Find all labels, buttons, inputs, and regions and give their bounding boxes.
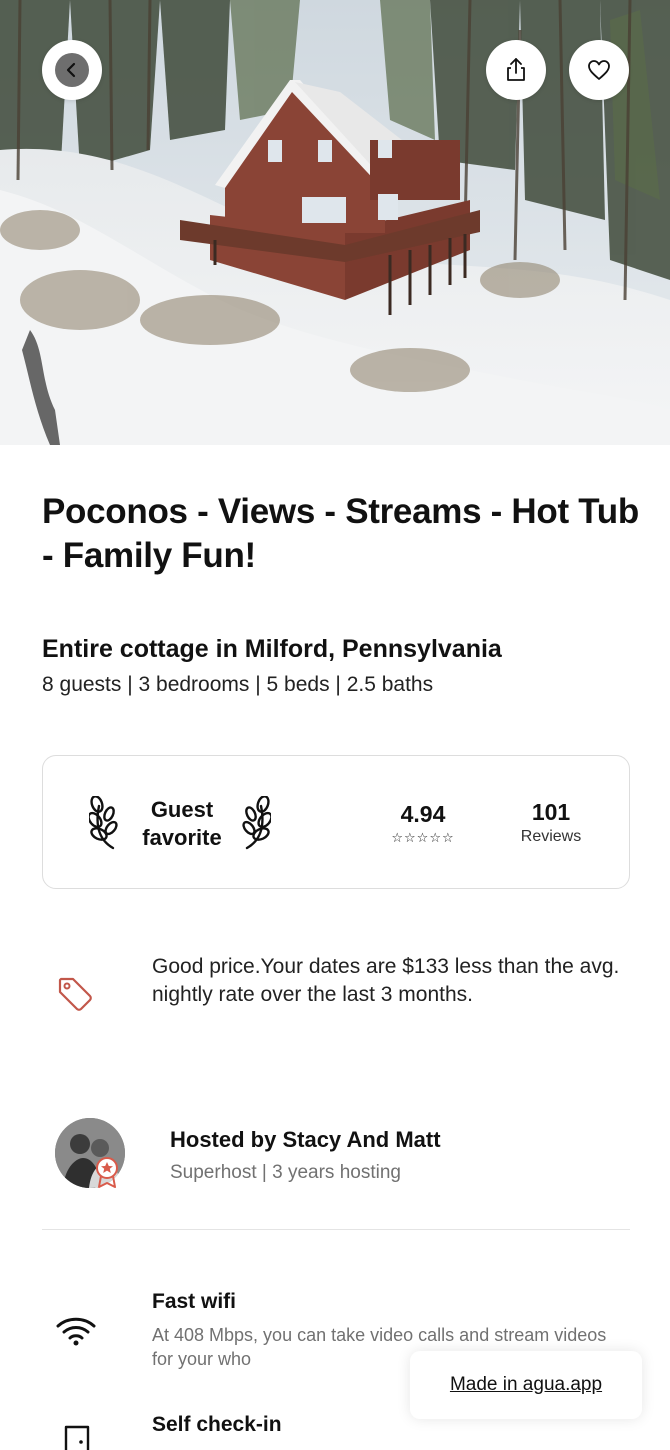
reviews-label: Reviews bbox=[520, 828, 582, 845]
wifi-icon bbox=[56, 1316, 96, 1351]
listing-capacity: 8 guests | 3 bedrooms | 5 beds | 2.5 bat… bbox=[42, 673, 434, 696]
rating-card[interactable]: Guest favorite 4.94 ☆☆☆☆☆ 101 Reviews bbox=[42, 755, 630, 889]
share-icon bbox=[505, 58, 527, 82]
price-tag-icon bbox=[56, 975, 94, 1018]
section-divider bbox=[42, 1229, 630, 1230]
host-meta: Superhost | 3 years hosting bbox=[170, 1162, 401, 1183]
rating-stars: ☆☆☆☆☆ bbox=[391, 830, 455, 845]
share-button[interactable] bbox=[486, 40, 546, 100]
reviews-count: 101 bbox=[531, 799, 571, 825]
host-name[interactable]: Hosted by Stacy And Matt bbox=[170, 1127, 441, 1153]
amenity-checkin-title: Self check-in bbox=[152, 1413, 282, 1436]
chevron-left-icon bbox=[55, 53, 89, 87]
heart-icon bbox=[587, 59, 611, 81]
hero-photo[interactable] bbox=[0, 0, 670, 445]
door-icon bbox=[64, 1425, 90, 1450]
guest-favorite-badge: Guest favorite bbox=[127, 796, 237, 852]
listing-title: Poconos - Views - Streams - Hot Tub - Fa… bbox=[42, 492, 639, 575]
favorite-button[interactable] bbox=[569, 40, 629, 100]
price-insight-text: Good price.Your dates are $133 less than… bbox=[152, 955, 620, 1006]
rating-score: 4.94 bbox=[400, 801, 446, 827]
laurel-right-icon bbox=[239, 795, 273, 855]
made-in-agua-link[interactable]: Made in agua.app bbox=[410, 1351, 642, 1419]
listing-details: Poconos - Views - Streams - Hot Tub - Fa… bbox=[0, 445, 670, 1450]
amenity-wifi-title: Fast wifi bbox=[152, 1290, 237, 1313]
guest-favorite-line2: favorite bbox=[142, 825, 222, 850]
superhost-badge-icon bbox=[93, 1155, 121, 1194]
back-button[interactable] bbox=[42, 40, 102, 100]
listing-subtitle: Entire cottage in Milford, Pennsylvania bbox=[42, 635, 502, 663]
laurel-left-icon bbox=[87, 795, 121, 855]
guest-favorite-line1: Guest bbox=[150, 797, 214, 822]
